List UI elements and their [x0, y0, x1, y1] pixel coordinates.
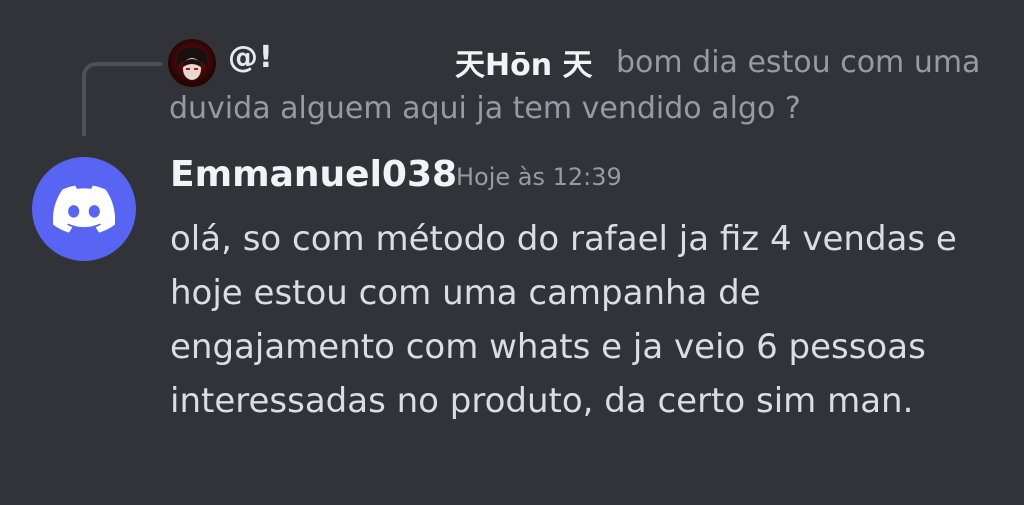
message-line: engajamento com whats e ja veio 6 pessoa… — [170, 327, 926, 367]
reply-preview-line-1[interactable]: bom dia estou com uma — [616, 45, 980, 80]
message-line: hoje estou com uma campanha de — [170, 273, 761, 313]
discord-logo-icon — [53, 185, 115, 233]
message-line: interessadas no produto, da certo sim ma… — [170, 381, 914, 421]
message-timestamp: Hoje às 12:39 — [456, 163, 622, 191]
chat-message-group: @! 天Hōn 天 bom dia estou com uma duvida a… — [0, 0, 1024, 505]
reply-connector — [82, 62, 162, 136]
reply-user-avatar[interactable] — [168, 39, 216, 87]
message-line: olá, so com método do rafael ja fiz 4 ve… — [170, 219, 957, 259]
reply-author-name[interactable]: 天Hōn 天 — [455, 40, 593, 84]
reply-preview-line-2[interactable]: duvida alguem aqui ja tem vendido algo ? — [169, 91, 801, 126]
author-avatar[interactable] — [32, 157, 136, 261]
message-author[interactable]: Emmanuel038 — [170, 154, 457, 195]
user-avatar-icon — [168, 39, 216, 87]
reply-author-prefix[interactable]: @! — [228, 40, 274, 75]
message-content: olá, so com método do rafael ja fiz 4 ve… — [170, 212, 990, 428]
